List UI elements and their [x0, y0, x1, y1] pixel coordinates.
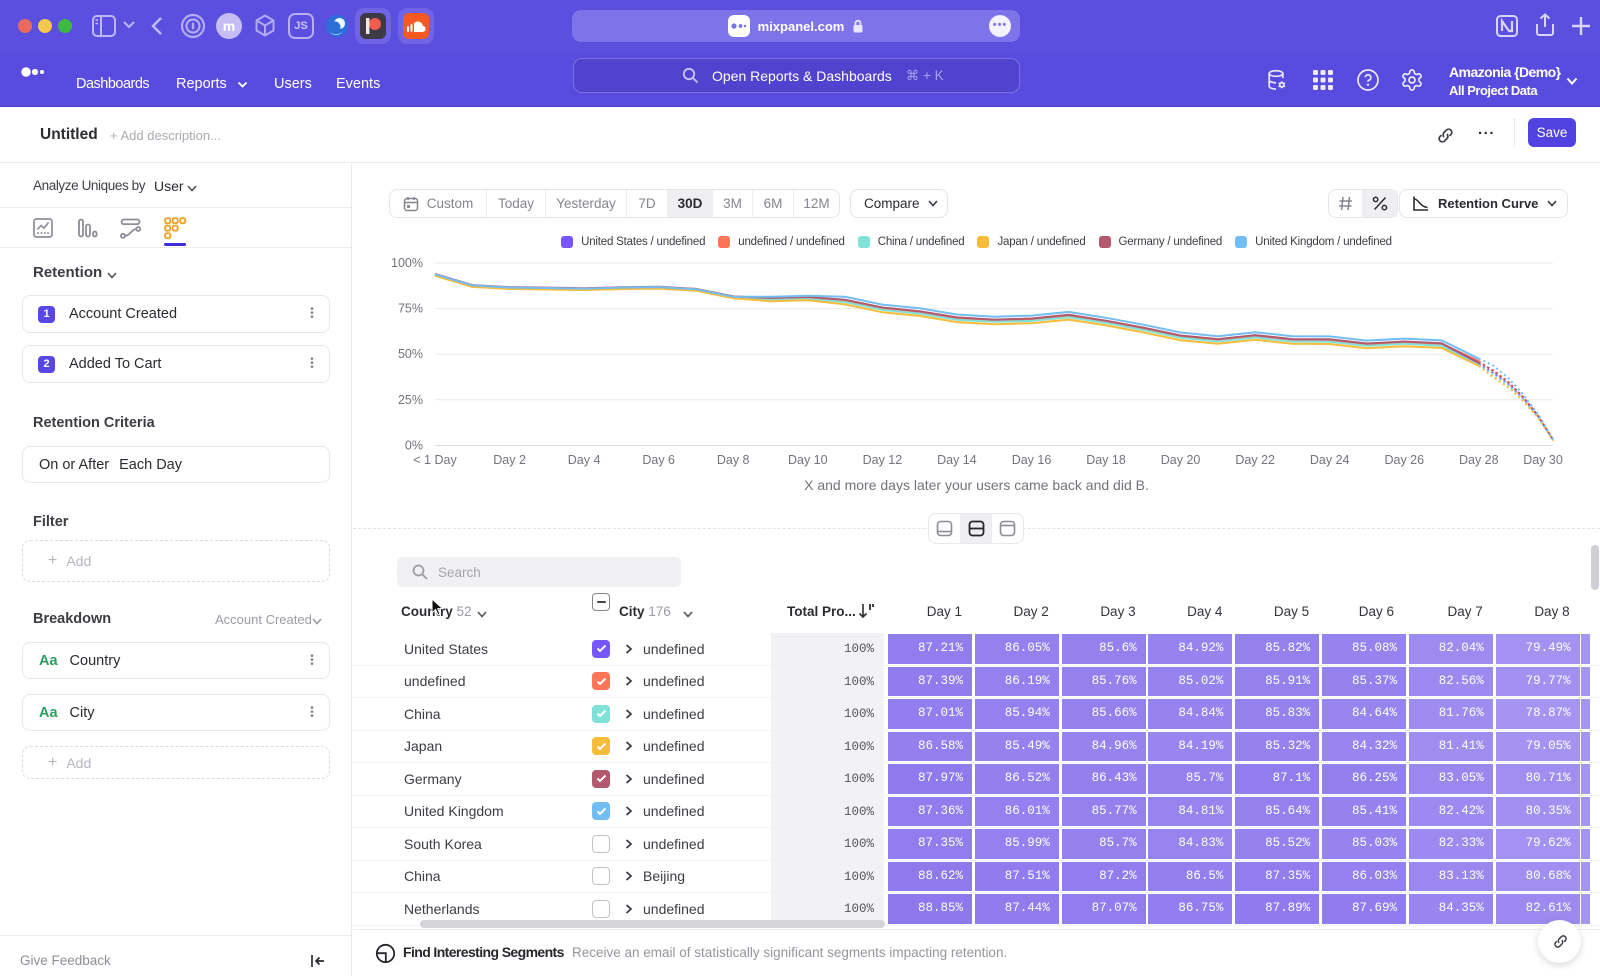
svg-text:Day 8: Day 8	[717, 453, 750, 467]
svg-text:Day 4: Day 4	[568, 453, 601, 467]
svg-text:Day 26: Day 26	[1384, 453, 1424, 467]
svg-text:100%: 100%	[391, 256, 423, 270]
svg-text:Day 12: Day 12	[863, 453, 903, 467]
svg-text:Day 22: Day 22	[1235, 453, 1275, 467]
svg-text:Day 2: Day 2	[493, 453, 526, 467]
svg-text:Day 20: Day 20	[1161, 453, 1201, 467]
svg-text:Day 6: Day 6	[642, 453, 675, 467]
svg-text:Day 16: Day 16	[1012, 453, 1052, 467]
svg-text:50%: 50%	[398, 347, 423, 361]
svg-text:Day 24: Day 24	[1310, 453, 1350, 467]
svg-text:25%: 25%	[398, 393, 423, 407]
svg-text:Day 18: Day 18	[1086, 453, 1126, 467]
svg-text:0%: 0%	[405, 439, 423, 453]
svg-text:Day 10: Day 10	[788, 453, 828, 467]
svg-text:75%: 75%	[398, 302, 423, 316]
svg-text:< 1 Day: < 1 Day	[413, 453, 457, 467]
svg-text:Day 28: Day 28	[1459, 453, 1499, 467]
svg-text:Day 30: Day 30	[1523, 453, 1563, 467]
svg-text:Day 14: Day 14	[937, 453, 977, 467]
